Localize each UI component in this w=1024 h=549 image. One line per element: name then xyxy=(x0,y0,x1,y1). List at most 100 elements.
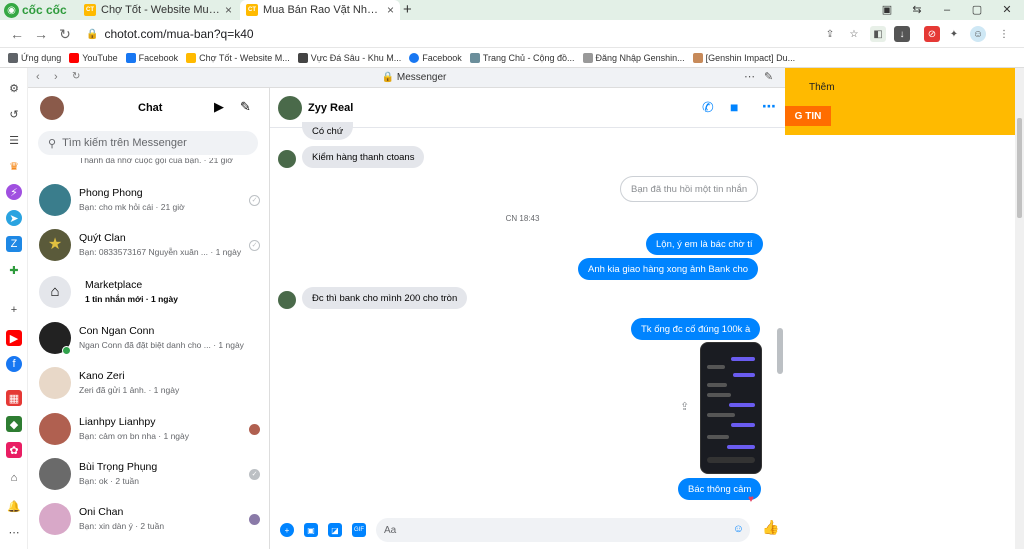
avatar xyxy=(39,367,71,399)
chat-heading: Chat xyxy=(138,102,163,114)
tab-mua-ban[interactable]: CT Mua Bán Rao Vặt Nhanh Chó × xyxy=(240,0,400,20)
maximize-icon[interactable]: ▢ xyxy=(968,2,986,18)
more-icon[interactable]: ⋯ xyxy=(6,524,22,540)
apps-icon xyxy=(8,52,18,63)
close-window-icon[interactable]: ✕ xyxy=(998,2,1016,18)
app-icon[interactable]: ✿ xyxy=(6,442,22,458)
chat-item-marketplace[interactable]: ⌂ Marketplace 1 tin nhắn mới · 1 ngày xyxy=(28,270,269,315)
message-bubble: Anh kia giao hàng xong ảnh Bank cho xyxy=(578,258,759,280)
facebook-icon[interactable]: f xyxy=(6,356,22,372)
close-tab-icon[interactable]: × xyxy=(225,3,232,17)
phone-icon[interactable]: ✆ xyxy=(702,99,714,116)
screenshot-image[interactable] xyxy=(700,342,762,474)
list-icon[interactable]: ☰ xyxy=(6,132,22,148)
bookmark-item[interactable]: [Genshin Impact] Du... xyxy=(692,52,795,63)
bookmark-item[interactable]: Chợ Tốt - Website M... xyxy=(186,52,290,63)
delivered-check-icon: ✓ xyxy=(249,469,260,480)
minimize-icon[interactable]: – xyxy=(938,2,956,18)
scroll-thumb[interactable] xyxy=(1017,118,1022,218)
profile-icon[interactable]: ▣ xyxy=(878,2,896,18)
star-icon[interactable]: ☆ xyxy=(846,26,862,42)
pin-icon[interactable]: ✎ xyxy=(764,70,773,83)
tab-title: Mua Bán Rao Vặt Nhanh Chó xyxy=(263,4,382,16)
video-call-icon[interactable]: ▶ xyxy=(214,99,224,115)
avatar xyxy=(39,458,71,490)
history-icon[interactable]: ↺ xyxy=(6,106,22,122)
url-field[interactable]: 🔒 chotot.com/mua-ban?q=k40 xyxy=(86,24,806,44)
lock-icon: 🔒 xyxy=(86,28,99,40)
search-input[interactable]: ⚲ Tìm kiếm trên Messenger xyxy=(38,131,258,155)
facebook-icon xyxy=(125,52,136,63)
gift-icon[interactable]: ⌂ xyxy=(6,470,22,486)
reload-icon[interactable]: ↻ xyxy=(56,25,74,43)
crown-icon[interactable]: ♛ xyxy=(6,158,22,174)
panel-more-icon[interactable]: ⋯ xyxy=(744,70,755,83)
bell-icon[interactable]: 🔔 xyxy=(6,498,22,514)
page-icon xyxy=(297,52,308,63)
like-icon[interactable]: 👍 xyxy=(762,519,779,536)
bookmark-item[interactable]: Trang Chủ - Cộng đồ... xyxy=(469,52,575,63)
chat-item-oni-chan[interactable]: Oni Chan Bạn: xin dàn ý · 2 tuần xyxy=(28,497,269,542)
adblock-icon[interactable]: ⊘ xyxy=(924,26,940,42)
telegram-icon[interactable]: ➤ xyxy=(6,210,22,226)
seen-avatar xyxy=(249,424,260,435)
bookmark-item[interactable]: Ứng dụng xyxy=(8,52,61,63)
bookmark-item[interactable]: Vực Đá Sâu - Khu M... xyxy=(297,52,401,63)
chat-item-con-ngan-conn[interactable]: Con Ngan Conn Ngan Conn đã đặt biệt danh… xyxy=(28,316,269,361)
settings-icon[interactable]: ⚙ xyxy=(6,80,22,96)
them-link[interactable]: Thêm xyxy=(809,82,835,93)
new-tab-button[interactable]: + xyxy=(403,0,412,19)
my-avatar[interactable] xyxy=(40,96,64,120)
chat-item-quyt-clan[interactable]: ★ Quýt Clan Bạn: 0833573167 Nguyễn xuân … xyxy=(28,223,269,268)
messenger-icon[interactable]: ⚡ xyxy=(6,184,22,200)
contact-name[interactable]: Zyy Real xyxy=(308,102,353,114)
chat-item-bui-trong-phung[interactable]: Bùi Trọng Phụng Bạn: ok · 2 tuần ✓ xyxy=(28,452,269,497)
contact-avatar[interactable] xyxy=(278,96,302,120)
image-icon[interactable]: ▣ xyxy=(304,523,318,537)
forward-icon[interactable]: → xyxy=(32,25,50,43)
youtube-icon[interactable]: ▶ xyxy=(6,330,22,346)
avatar: ★ xyxy=(39,229,71,261)
partial-preview: Thành đã nhỡ cuộc gọi của bạn. · 21 giờ xyxy=(79,158,233,165)
post-button[interactable]: G TIN xyxy=(785,106,831,126)
tab-search-icon[interactable]: ⇆ xyxy=(908,2,926,18)
video-icon[interactable]: ■ xyxy=(730,99,738,115)
bookmark-item[interactable]: YouTube xyxy=(69,52,118,63)
browser-logo[interactable]: ◉ cốc cốc xyxy=(4,2,70,18)
plus-icon[interactable]: + xyxy=(280,523,294,537)
gif-icon[interactable]: GIF xyxy=(352,523,366,537)
close-tab-icon[interactable]: × xyxy=(387,3,394,17)
bookmark-item[interactable]: Facebook xyxy=(125,52,178,63)
conversation-scrollbar[interactable] xyxy=(777,328,783,374)
avatar-icon[interactable]: ☺ xyxy=(970,26,986,42)
zalo-icon[interactable]: Z xyxy=(6,236,22,252)
extension-icon[interactable]: ◧ xyxy=(870,26,886,42)
new-message-icon[interactable]: ✎ xyxy=(240,99,251,115)
bookmark-item[interactable]: Facebook xyxy=(409,52,462,63)
menu-icon[interactable]: ⋮ xyxy=(996,26,1012,42)
puzzle-icon[interactable]: ✦ xyxy=(946,26,962,42)
chotot-header: Thêm G TIN xyxy=(785,68,1015,135)
tab-chotot[interactable]: CT Chợ Tốt - Website Mua Bán × xyxy=(78,0,238,20)
more-options-icon[interactable]: ⋯ xyxy=(762,98,776,115)
app-icon[interactable]: ▦ xyxy=(6,390,22,406)
share-icon[interactable]: ⇪ xyxy=(680,400,689,413)
chat-item-lianhpy[interactable]: Lianhpy Lianhpy Bạn: cảm ơn bn nha · 1 n… xyxy=(28,407,269,452)
app-icon[interactable]: ◆ xyxy=(6,416,22,432)
sticker-icon[interactable]: ◪ xyxy=(328,523,342,537)
back-icon[interactable]: ← xyxy=(8,25,26,43)
browser-sidebar: ⚙ ↺ ☰ ♛ ⚡ ➤ Z ✚ + ▶ f ▦ ◆ ✿ ⌂ 🔔 ⋯ xyxy=(0,68,28,549)
chotot-favicon-icon: CT xyxy=(84,4,96,16)
emoji-icon[interactable]: ☺ xyxy=(733,523,744,535)
add-icon[interactable]: + xyxy=(6,302,22,318)
bookmark-item[interactable]: Đăng Nhập Genshin... xyxy=(582,52,685,63)
message-bubble: Có chứ xyxy=(302,122,354,140)
game-icon[interactable]: ✚ xyxy=(6,262,22,278)
message-bubble: Lộn, ý em là bác chờ tí xyxy=(646,233,763,255)
chat-item-phong-phong[interactable]: Phong Phong Bạn: cho mk hỏi cái · 21 giờ… xyxy=(28,178,269,223)
chat-item-kano-zeri[interactable]: Kano Zeri Zeri đã gửi 1 ảnh. · 1 ngày xyxy=(28,361,269,406)
page-scrollbar[interactable] xyxy=(1015,68,1024,549)
download-icon[interactable]: ↓ xyxy=(894,26,910,42)
share-icon[interactable]: ⇪ xyxy=(822,26,838,42)
message-input[interactable]: Aa ☺ xyxy=(376,518,750,542)
